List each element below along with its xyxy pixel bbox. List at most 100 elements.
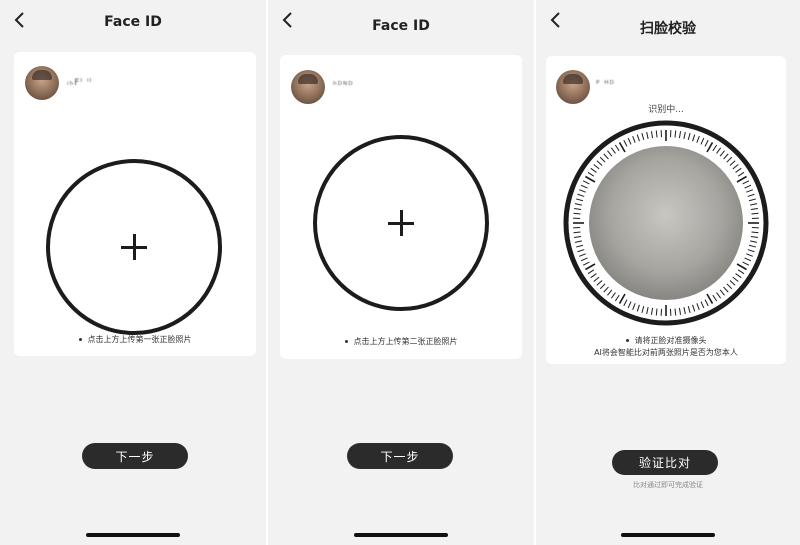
scanner-tick [577, 249, 585, 253]
scanner-tick [736, 175, 747, 183]
scanner-tick [596, 280, 603, 286]
scanner-tick [747, 249, 755, 253]
scanner-tick [641, 305, 645, 313]
scanner-tick [614, 144, 620, 152]
scanner-tick [723, 286, 729, 293]
upload-card: ʰᴰᴺᴰ 点击上方上传第二张正脸照片 [280, 55, 522, 359]
verify-sub-hint: 比对通过即可完成验证 [633, 481, 703, 489]
scanner-tick [700, 137, 705, 145]
page-title: 扫脸校验 [640, 21, 696, 37]
navigation-bar: 扫脸校验 [536, 0, 800, 44]
home-indicator [354, 533, 448, 537]
scanner-tick [674, 130, 677, 138]
avatar [291, 70, 325, 104]
scanner-tick [704, 299, 709, 307]
scanner-tick [650, 131, 654, 139]
scanner-tick [580, 257, 588, 262]
plus-icon [388, 210, 414, 236]
scanner-tick [735, 273, 742, 279]
scanner-tick [599, 283, 606, 290]
upload-second-photo-screen: Face ID ʰᴰᴺᴰ 点击上方上传第二张正脸照片 下一步 [268, 0, 534, 545]
scanner-tick [650, 307, 654, 315]
scanner-tick [748, 244, 756, 248]
scanner-tick [729, 160, 736, 166]
scanner-tick [712, 144, 718, 152]
scanner-tick [576, 198, 584, 202]
scanner-tick [596, 160, 603, 166]
scanner-tick [735, 167, 742, 173]
scanner-tick [742, 261, 750, 266]
scanner-tick [750, 207, 758, 211]
scanner-tick [577, 193, 585, 197]
scanner-tick [580, 184, 588, 189]
scanner-tick [585, 263, 596, 271]
scanner-tick [578, 253, 586, 257]
user-name: ᴾ ᴴᴰ [596, 80, 615, 90]
avatar [556, 70, 590, 104]
upload-photo-button[interactable] [46, 159, 222, 335]
scanner-tick [696, 135, 700, 143]
user-name: ᵢₕFᴵ ᴵᴵ [67, 78, 93, 88]
scanner-tick [655, 308, 658, 316]
scanner-tick [692, 134, 696, 142]
scanner-tick [704, 139, 709, 147]
scanner-tick [723, 153, 729, 160]
scanner-tick [603, 286, 609, 293]
bullet-icon [625, 339, 629, 342]
scanner-tick [750, 240, 758, 243]
user-name: ʰᴰᴺᴰ [333, 81, 354, 91]
scanner-tick [716, 292, 722, 299]
upload-card: ᵢₕFᴵ ᴵᴵ 点击上方上传第一张正脸照片 [14, 52, 256, 356]
scanner-tick [587, 171, 595, 177]
scanner-tick [607, 289, 613, 296]
scanner-tick [632, 303, 636, 311]
scanner-tick [751, 212, 759, 215]
scanner-tick [742, 180, 750, 185]
scanner-tick [674, 308, 677, 316]
scanner-tick [678, 131, 682, 139]
bullet-icon [344, 340, 348, 343]
scanner-tick [593, 276, 600, 282]
scanner-tick [744, 184, 752, 189]
upload-hint-text: 点击上方上传第二张正脸照片 [353, 337, 458, 346]
scan-hint-line1: 请将正脸对准摄像头 [634, 336, 707, 345]
scanner-tick [683, 307, 686, 315]
scan-hint: 请将正脸对准摄像头 [546, 335, 786, 346]
scanner-tick [618, 293, 626, 304]
scanner-tick [746, 253, 754, 257]
upload-first-photo-screen: Face ID ᵢₕFᴵ ᴵᴵ 点击上方上传第一张正脸照片 下一步 [0, 0, 266, 545]
upload-hint: 点击上方上传第二张正脸照片 [280, 336, 522, 347]
scanner-tick [573, 212, 581, 215]
scanner-tick [678, 307, 682, 315]
scanner-tick [578, 189, 586, 193]
navigation-bar: Face ID [268, 0, 534, 44]
scanner-tick [737, 269, 745, 275]
scanner-tick [627, 301, 632, 309]
scanner-tick [700, 301, 705, 309]
scanner-tick [744, 257, 752, 262]
scanner-tick [627, 137, 632, 145]
scanner-tick [732, 164, 739, 170]
scanner-tick [748, 198, 756, 202]
scanner-tick [751, 231, 759, 234]
scanner-tick [729, 280, 736, 286]
next-step-button[interactable]: 下一步 [82, 443, 188, 469]
scanner-tick [716, 147, 722, 154]
scanner-tick [696, 303, 700, 311]
upload-photo-button[interactable] [313, 135, 489, 311]
scanner-tick [692, 304, 696, 312]
home-indicator [86, 533, 180, 537]
scanner-tick [632, 135, 636, 143]
scanner-tick [750, 203, 758, 206]
scanner-tick [587, 269, 595, 275]
scanner-tick [623, 299, 628, 307]
next-step-button[interactable]: 下一步 [347, 443, 453, 469]
page-title: Face ID [104, 14, 162, 30]
scanner-tick [687, 305, 691, 313]
scanner-tick [574, 240, 582, 243]
scanner-tick [732, 276, 739, 282]
verify-compare-button[interactable]: 验证比对 [612, 450, 718, 475]
upload-hint: 点击上方上传第一张正脸照片 [14, 334, 256, 345]
home-indicator [621, 533, 715, 537]
scanner-tick [590, 273, 597, 279]
